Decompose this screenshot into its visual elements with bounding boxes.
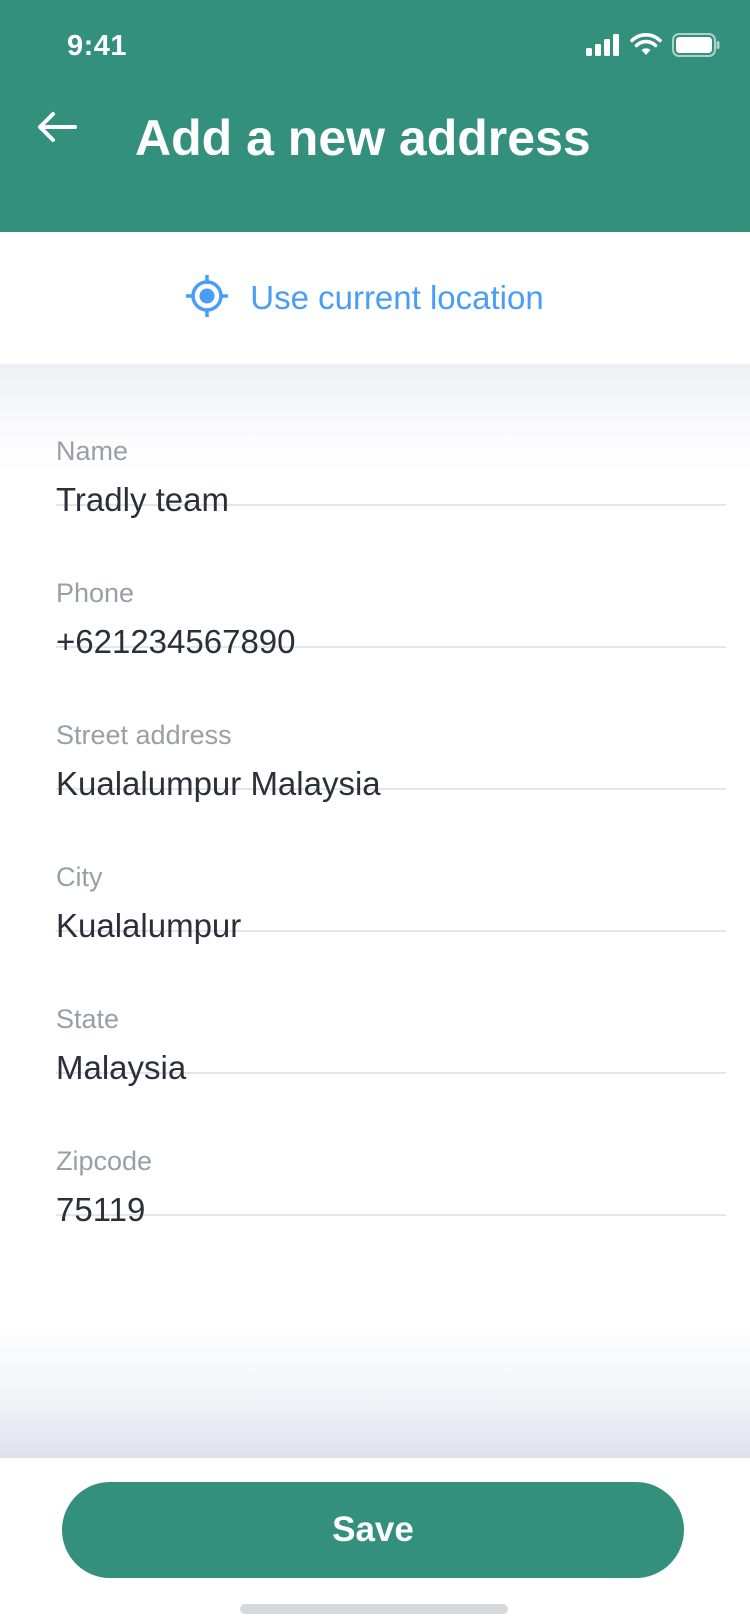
back-button[interactable]: [30, 102, 84, 156]
crosshair-location-icon: [184, 272, 230, 322]
phone-label: Phone: [56, 578, 135, 608]
street-address-label: Street address: [56, 720, 232, 750]
state-label: State: [56, 1004, 120, 1034]
state-field: State: [56, 932, 726, 1092]
name-field: Name: [56, 364, 726, 524]
city-field: City: [56, 790, 726, 950]
cellular-signal-icon: [586, 33, 620, 61]
status-icons: [586, 32, 720, 62]
status-time: 9:41: [67, 30, 128, 62]
battery-icon: [672, 32, 720, 62]
address-form: Name Phone Street address City State Zip…: [0, 364, 750, 1458]
use-current-location-button[interactable]: Use current location: [0, 232, 750, 364]
wifi-icon: [630, 32, 662, 62]
bottom-bar: Save: [0, 1458, 750, 1624]
name-label: Name: [56, 436, 129, 466]
city-label: City: [56, 862, 103, 892]
zipcode-label: Zipcode: [56, 1146, 153, 1176]
street-address-field: Street address: [56, 648, 726, 808]
phone-field: Phone: [56, 506, 726, 666]
home-indicator: [240, 1604, 508, 1614]
zipcode-input[interactable]: [56, 1186, 726, 1234]
zipcode-field: Zipcode: [56, 1074, 726, 1234]
header: 9:41 Add a new address: [0, 0, 750, 232]
use-current-location-label: Use current location: [250, 279, 544, 316]
add-address-screen: 9:41 Add a new address Use current locat…: [0, 0, 750, 1624]
save-button[interactable]: Save: [62, 1482, 684, 1578]
page-title: Add a new address: [135, 110, 591, 166]
arrow-left-icon: [37, 111, 77, 148]
